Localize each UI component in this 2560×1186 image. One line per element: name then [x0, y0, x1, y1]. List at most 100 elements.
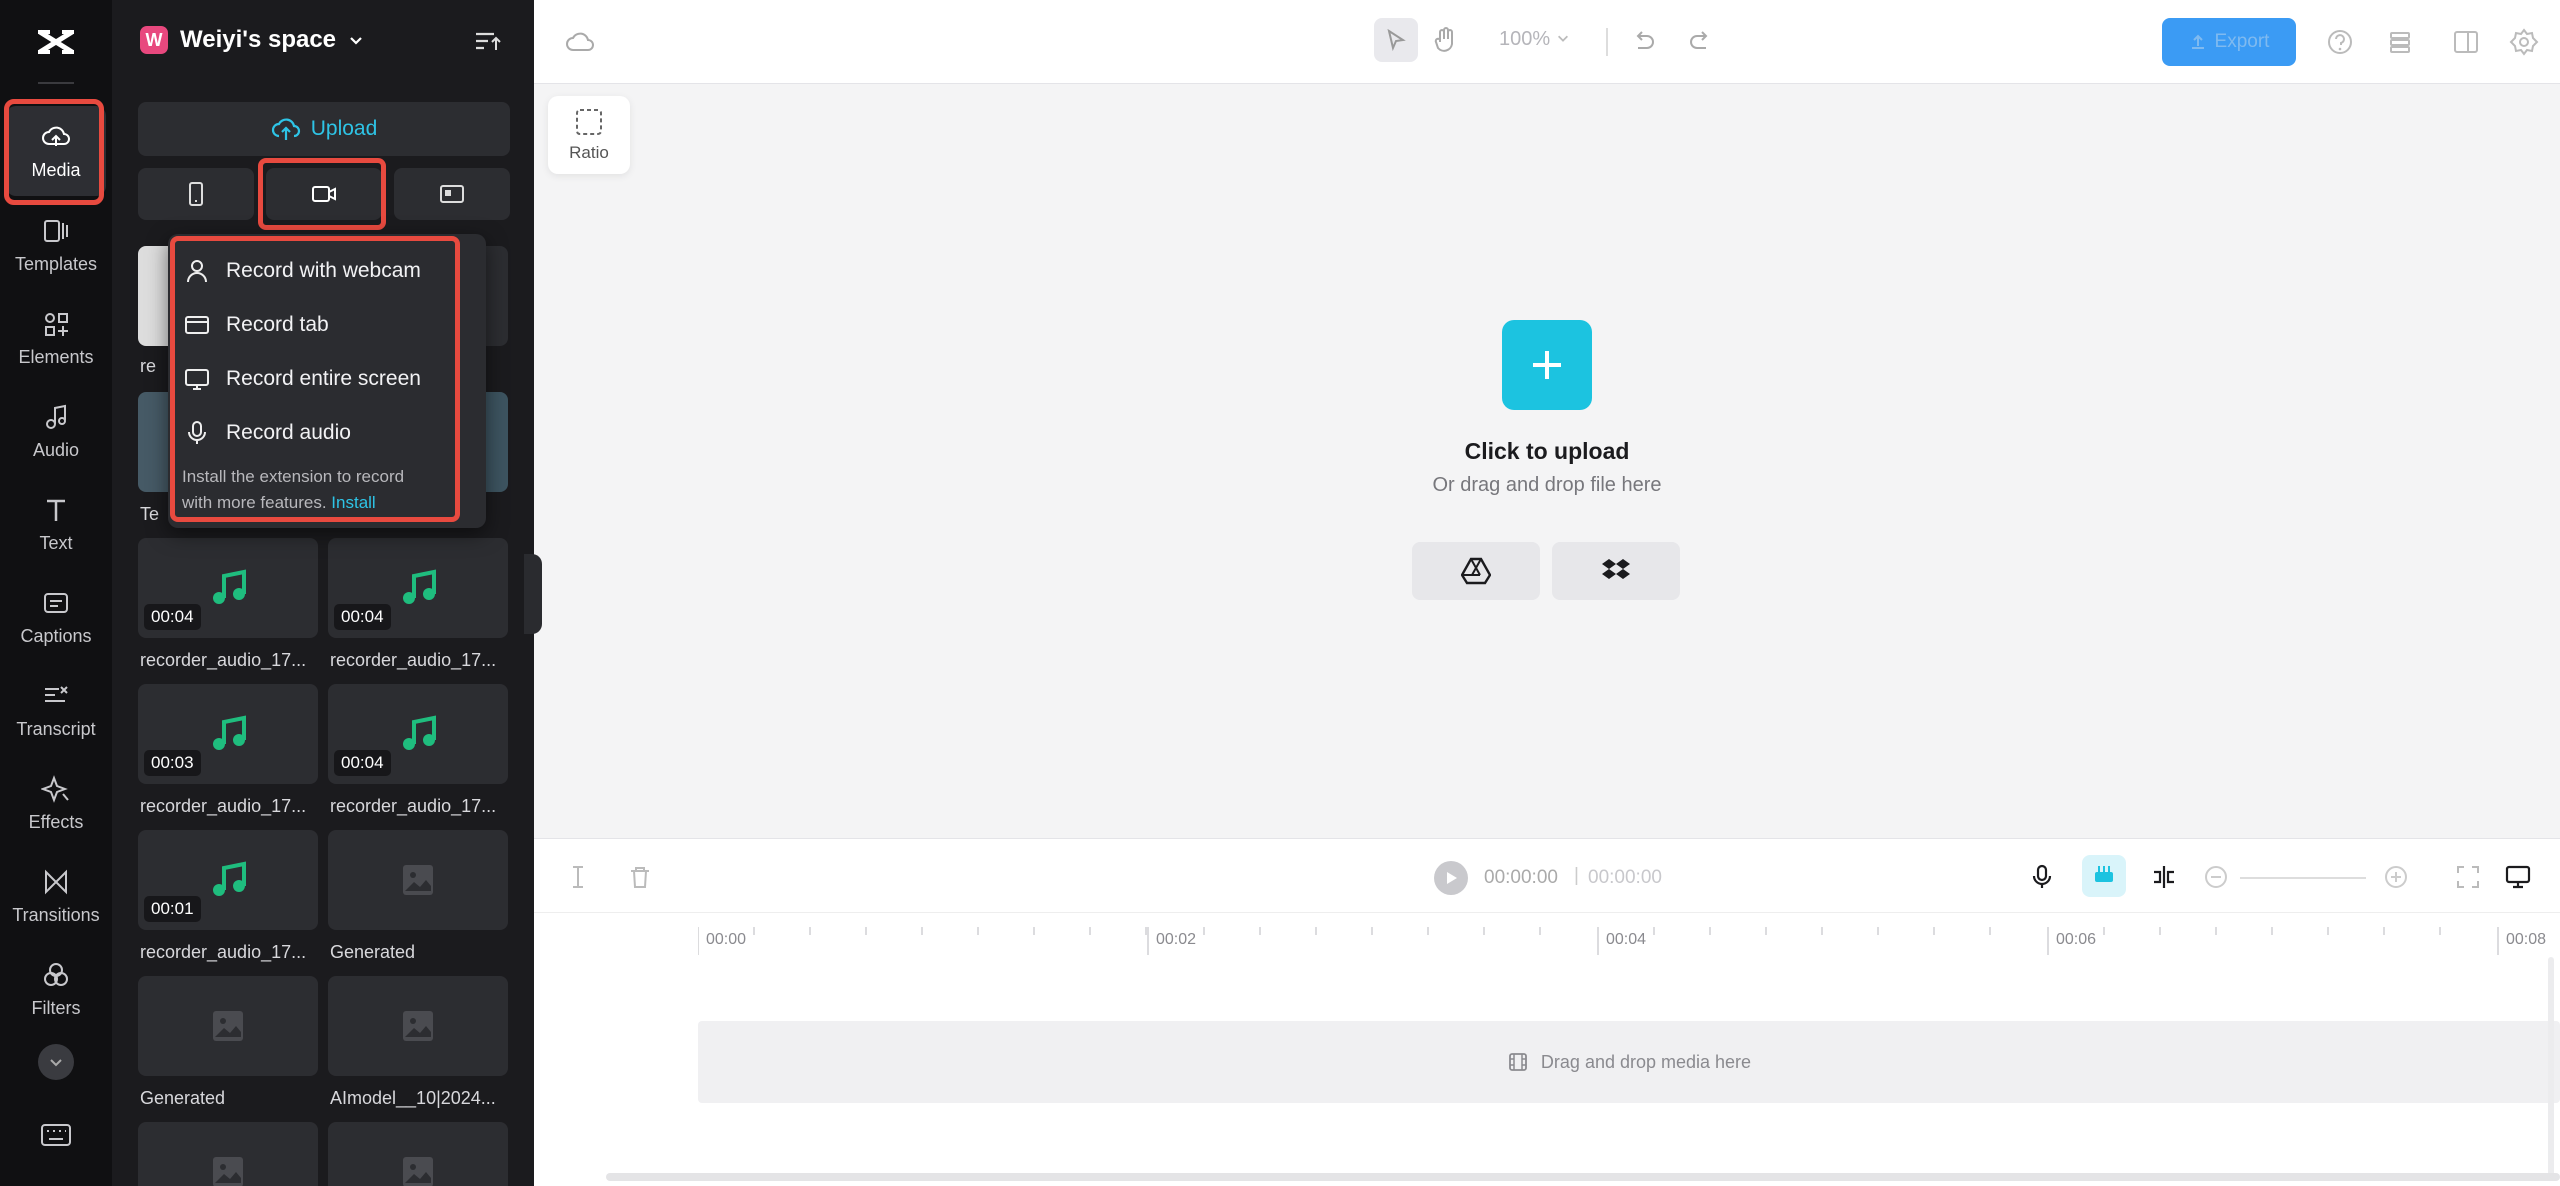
media-label: AImodel__10|2024... [330, 1088, 496, 1108]
duration-badge: 00:03 [144, 750, 201, 776]
music-note-icon [213, 569, 246, 604]
media-label: Generated [330, 942, 416, 962]
add-media-button[interactable] [1502, 320, 1592, 410]
media-thumbnail[interactable]: 00:03 [138, 684, 318, 784]
duration-badge: 00:04 [334, 604, 391, 630]
text-t-icon [47, 499, 65, 521]
settings-gear-icon[interactable] [2508, 26, 2540, 58]
rail-item-elements[interactable]: Elements [6, 293, 106, 383]
film-strip-icon [1509, 1053, 1527, 1071]
elements-icon [45, 312, 68, 336]
upload-icon [2191, 34, 2204, 49]
media-label: recorder_audio_17... [140, 796, 307, 816]
duration-badge: 00:04 [334, 750, 391, 776]
rail-label: Effects [28, 811, 84, 832]
dropbox-button[interactable] [1552, 542, 1680, 600]
tick-label: 00:04 [1606, 931, 1647, 948]
zoom-select[interactable]: 100% [1499, 28, 1570, 51]
media-thumbnail[interactable] [328, 830, 508, 930]
vertical-scrollbar[interactable] [2548, 957, 2554, 1177]
upload-button[interactable]: Upload [138, 102, 510, 156]
hand-tool-icon[interactable] [1430, 24, 1462, 56]
rail-label: Audio [32, 439, 80, 460]
keyboard-icon[interactable] [38, 1118, 74, 1152]
cursor-icon [1387, 28, 1406, 52]
play-button[interactable] [1434, 861, 1468, 895]
tick-label: 00:06 [2056, 931, 2097, 948]
media-label: recorder_audio_17... [330, 796, 497, 816]
timeline: 00:00:00 | 00:00:00 00:00 00:02 00:04 00… [534, 838, 2560, 1186]
chevron-down-icon [50, 1059, 62, 1067]
time-ruler[interactable]: 00:00 00:02 00:04 00:06 00:08 [698, 927, 2560, 957]
layers-icon[interactable] [2384, 26, 2416, 58]
select-tool-button[interactable] [1374, 18, 1418, 62]
rail-item-audio[interactable]: Audio [6, 386, 106, 476]
space-name: Weiyi's space [180, 26, 337, 53]
media-thumbnail[interactable] [328, 976, 508, 1076]
capcut-logo-icon[interactable] [36, 24, 76, 60]
space-switcher[interactable]: W Weiyi's space [140, 26, 364, 54]
phone-icon [189, 182, 203, 206]
rail-item-text[interactable]: Text [6, 479, 106, 569]
more-tools-button[interactable] [38, 1044, 74, 1080]
zoom-out-icon[interactable] [2202, 863, 2230, 891]
media-thumbnail[interactable]: 00:04 [328, 538, 508, 638]
rail-item-templates[interactable]: Templates [6, 200, 106, 290]
auto-snap-button[interactable] [2082, 855, 2126, 897]
trash-icon[interactable] [626, 863, 654, 891]
zoom-in-icon[interactable] [2382, 863, 2410, 891]
cloud-upload-icon [271, 118, 300, 140]
image-placeholder-icon [213, 1011, 243, 1041]
panel-collapse-handle[interactable] [524, 554, 542, 634]
media-thumbnail[interactable]: 00:04 [328, 684, 508, 784]
duration-badge: 00:04 [144, 604, 201, 630]
media-drop-track[interactable]: Drag and drop media here [698, 1021, 2560, 1103]
help-icon[interactable] [2324, 26, 2356, 58]
screen-icon [440, 185, 464, 203]
zoom-slider[interactable] [2240, 877, 2366, 879]
redo-icon[interactable] [1686, 26, 1716, 56]
tick-label: 00:02 [1156, 931, 1197, 948]
media-panel: W Weiyi's space Upload re Te 00:04 recor… [112, 0, 534, 1186]
media-thumbnail[interactable] [138, 1122, 318, 1186]
fit-to-screen-icon[interactable] [2454, 863, 2482, 891]
rail-item-transitions[interactable]: Transitions [6, 851, 106, 941]
media-thumbnail[interactable] [328, 1122, 508, 1186]
top-toolbar: 100% Export [534, 0, 2560, 84]
google-drive-button[interactable] [1412, 542, 1540, 600]
panel-layout-icon[interactable] [2450, 26, 2482, 58]
media-label: recorder_audio_17... [140, 942, 307, 962]
zoom-value: 100% [1499, 28, 1551, 50]
tick-label: 00:08 [2506, 931, 2547, 948]
split-icon[interactable] [564, 863, 592, 891]
export-button[interactable]: Export [2162, 18, 2296, 66]
rail-item-filters[interactable]: Filters [6, 944, 106, 1034]
undo-icon[interactable] [1628, 26, 1658, 56]
presentation-icon[interactable] [2504, 863, 2532, 891]
media-thumbnail[interactable] [138, 976, 318, 1076]
rail-item-effects[interactable]: Effects [6, 758, 106, 848]
aspect-ratio-icon [576, 109, 602, 135]
music-note-icon [213, 861, 246, 896]
timeline-toolbar: 00:00:00 | 00:00:00 [534, 839, 2560, 913]
media-label: Generated [140, 1088, 226, 1108]
rail-item-captions[interactable]: Captions [6, 572, 106, 662]
total-time: 00:00:00 [1588, 867, 1662, 888]
click-to-upload-text[interactable]: Click to upload [1300, 438, 1794, 465]
media-thumbnail[interactable]: 00:04 [138, 538, 318, 638]
horizontal-scrollbar[interactable] [606, 1173, 2560, 1181]
media-thumbnail[interactable]: 00:01 [138, 830, 318, 930]
sort-icon[interactable] [472, 26, 502, 56]
captions-icon [44, 592, 68, 613]
duration-badge: 00:01 [144, 896, 201, 922]
chevron-down-icon [350, 37, 362, 45]
microphone-icon[interactable] [2028, 863, 2056, 891]
split-screen-icon[interactable] [2150, 863, 2178, 891]
screen-upload-button[interactable] [394, 168, 510, 220]
music-note-icon [46, 404, 66, 429]
phone-upload-button[interactable] [138, 168, 254, 220]
cloud-sync-icon[interactable] [564, 26, 596, 58]
rail-item-transcript[interactable]: Transcript [6, 665, 106, 755]
ratio-button[interactable]: Ratio [548, 96, 630, 174]
tick-label: 00:00 [706, 931, 747, 948]
